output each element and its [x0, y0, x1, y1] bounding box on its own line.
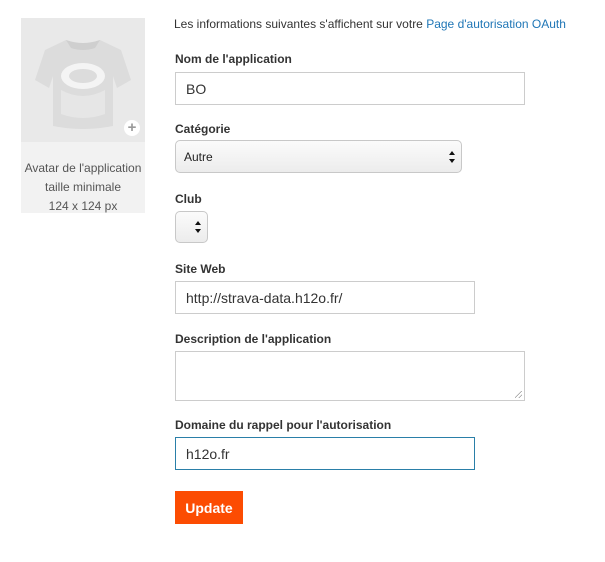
avatar-caption: Avatar de l'application taille minimale …: [21, 159, 145, 216]
callback-domain-label: Domaine du rappel pour l'autorisation: [175, 418, 392, 432]
oauth-page-link[interactable]: Page d'autorisation OAuth: [426, 17, 566, 31]
app-avatar-panel: + Avatar de l'application taille minimal…: [21, 18, 145, 213]
category-selected-value: Autre: [184, 149, 213, 164]
app-name-input[interactable]: BO: [175, 72, 525, 105]
callback-domain-input[interactable]: h12o.fr: [175, 437, 475, 470]
intro-text: Les informations suivantes s'affichent s…: [174, 17, 566, 31]
website-input[interactable]: http://strava-data.h12o.fr/: [175, 281, 475, 314]
category-label: Catégorie: [175, 122, 231, 136]
resize-grip-icon[interactable]: [515, 391, 522, 398]
avatar-caption-line: Avatar de l'application: [24, 161, 142, 175]
club-select[interactable]: [175, 211, 208, 243]
club-label: Club: [175, 192, 202, 206]
update-button[interactable]: Update: [175, 491, 243, 524]
plus-icon[interactable]: +: [124, 120, 140, 136]
app-avatar-upload[interactable]: +: [21, 18, 145, 142]
select-arrows-icon: [195, 221, 202, 233]
app-name-label: Nom de l'application: [175, 52, 292, 66]
avatar-caption-line: taille minimale: [44, 180, 122, 194]
website-label: Site Web: [175, 262, 226, 276]
description-label: Description de l'application: [175, 332, 332, 346]
avatar-caption-line: 124 x 124 px: [48, 199, 118, 213]
select-arrows-icon: [449, 150, 456, 163]
intro-sentence: Les informations suivantes s'affichent s…: [174, 17, 423, 31]
description-textarea[interactable]: [175, 351, 525, 401]
category-select[interactable]: Autre: [175, 140, 462, 173]
